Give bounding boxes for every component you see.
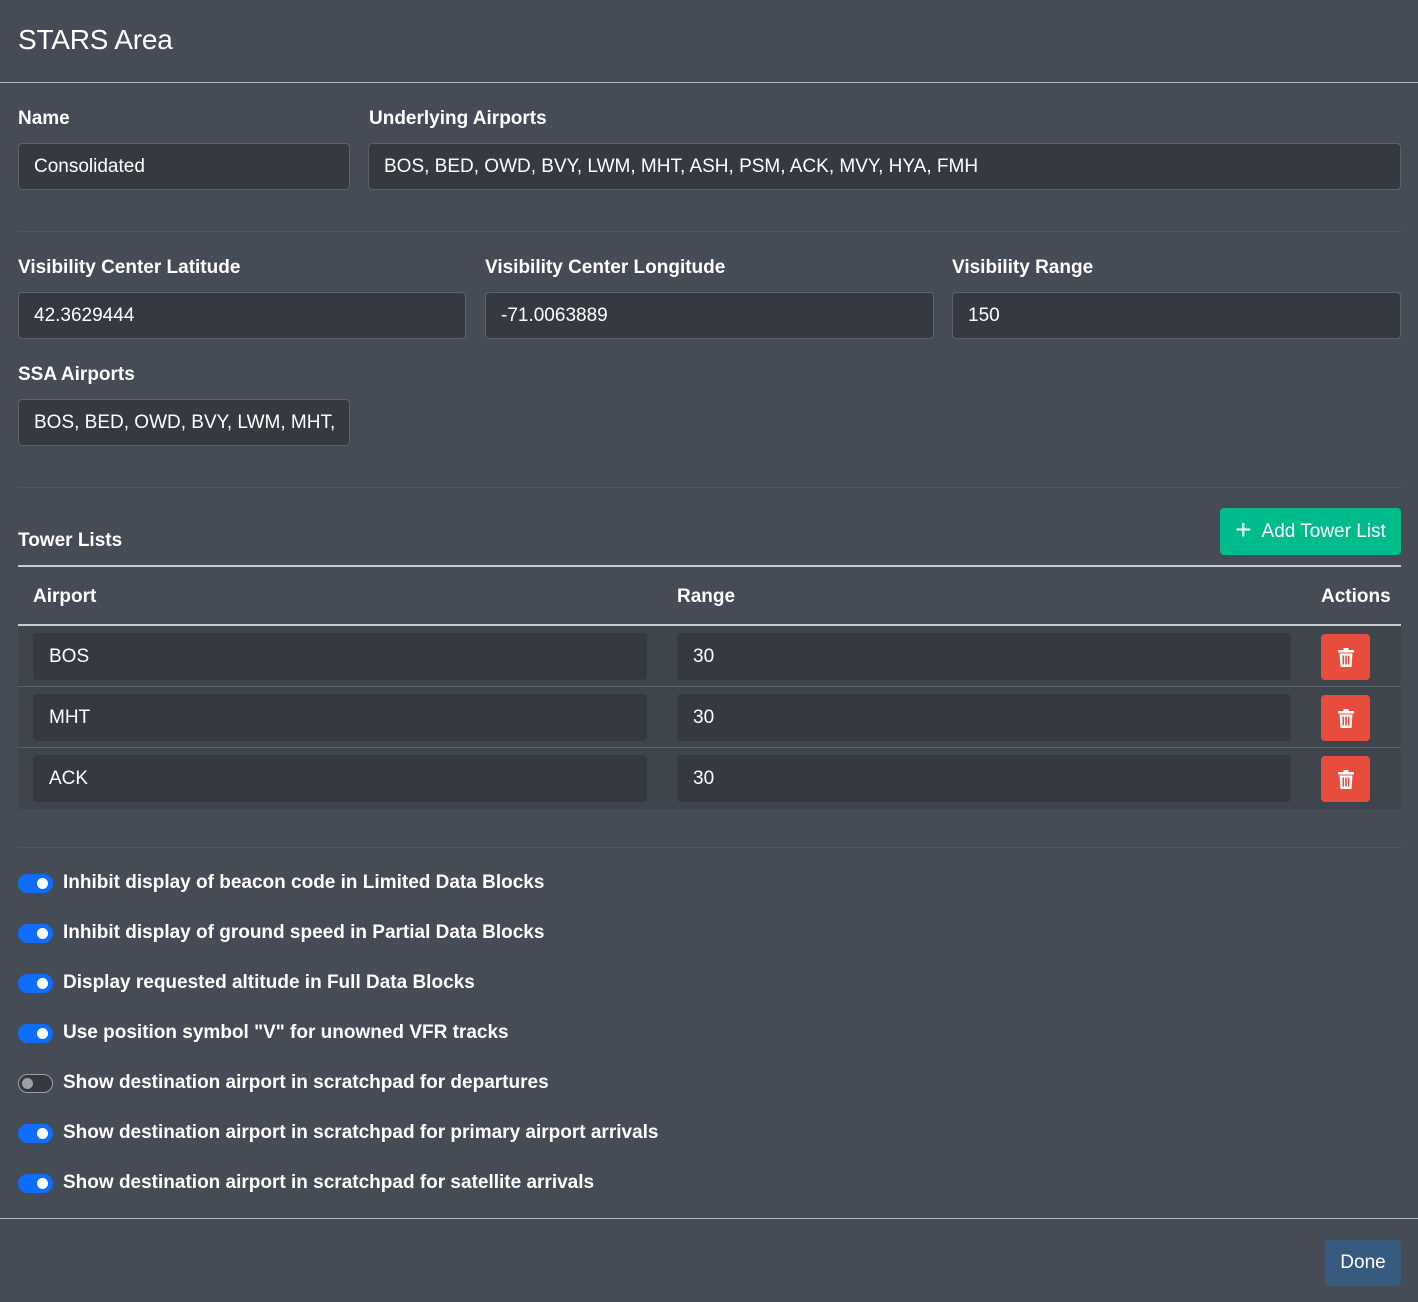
tower-airport-input[interactable]: [33, 755, 647, 802]
toggle-switch[interactable]: [18, 873, 53, 893]
switch-knob: [22, 1077, 33, 1089]
switch-knob: [37, 1127, 48, 1139]
visibility-range-input[interactable]: [952, 292, 1401, 339]
stars-area-dialog: STARS Area Name Underlying Airports Visi…: [0, 0, 1418, 1302]
option-label: Inhibit display of ground speed in Parti…: [63, 922, 545, 943]
tower-lists-heading: Tower Lists: [18, 530, 123, 551]
tower-lists-table: Airport Range Actions: [18, 565, 1401, 809]
switch-knob: [37, 977, 48, 989]
tower-airport-input[interactable]: [33, 694, 647, 741]
plus-icon: +: [1235, 514, 1252, 545]
option-row: Inhibit display of beacon code in Limite…: [18, 871, 544, 895]
underlying-airports-label: Underlying Airports: [369, 108, 547, 129]
column-header-range: Range: [677, 586, 736, 607]
latitude-label: Visibility Center Latitude: [18, 257, 241, 278]
latitude-input[interactable]: [18, 292, 466, 339]
option-row: Show destination airport in scratchpad f…: [18, 1071, 549, 1095]
option-label: Use position symbol "V" for unowned VFR …: [63, 1022, 509, 1043]
dialog-title: STARS Area: [18, 24, 173, 55]
add-tower-list-label: Add Tower List: [1261, 520, 1386, 542]
option-row: Use position symbol "V" for unowned VFR …: [18, 1021, 509, 1045]
name-input[interactable]: [18, 143, 350, 190]
table-row: [18, 748, 1401, 809]
trash-icon: [1337, 647, 1354, 667]
trash-icon: [1337, 708, 1354, 728]
table-header: Airport Range Actions: [18, 565, 1401, 626]
toggle-switch[interactable]: [18, 973, 53, 993]
switch-knob: [37, 927, 48, 939]
delete-tower-list-button[interactable]: [1321, 634, 1370, 680]
option-label: Show destination airport in scratchpad f…: [63, 1072, 549, 1093]
done-button[interactable]: Done: [1325, 1240, 1401, 1286]
longitude-input[interactable]: [485, 292, 934, 339]
option-row: Show destination airport in scratchpad f…: [18, 1121, 658, 1145]
option-row: Display requested altitude in Full Data …: [18, 971, 475, 995]
tower-airport-input[interactable]: [33, 633, 647, 680]
option-label: Show destination airport in scratchpad f…: [63, 1172, 595, 1193]
trash-icon: [1337, 769, 1354, 789]
ssa-airports-label: SSA Airports: [18, 364, 135, 385]
delete-tower-list-button[interactable]: [1321, 756, 1370, 802]
divider: [18, 847, 1401, 848]
toggle-switch[interactable]: [18, 1173, 53, 1193]
switch-knob: [37, 1177, 48, 1189]
underlying-airports-input[interactable]: [368, 143, 1401, 190]
visibility-range-label: Visibility Range: [952, 257, 1094, 278]
add-tower-list-button[interactable]: + Add Tower List: [1220, 508, 1401, 555]
tower-range-input[interactable]: [677, 633, 1291, 680]
tower-range-input[interactable]: [677, 694, 1291, 741]
dialog-footer: Done: [0, 1218, 1418, 1302]
name-label: Name: [18, 108, 70, 129]
ssa-airports-input[interactable]: [18, 399, 350, 446]
toggle-switch[interactable]: [18, 1073, 53, 1093]
option-label: Display requested altitude in Full Data …: [63, 972, 475, 993]
switch-knob: [37, 877, 48, 889]
tower-range-input[interactable]: [677, 755, 1291, 802]
option-row: Inhibit display of ground speed in Parti…: [18, 921, 544, 945]
table-row: [18, 687, 1401, 748]
column-header-airport: Airport: [33, 586, 97, 607]
toggle-switch[interactable]: [18, 1123, 53, 1143]
dialog-header: STARS Area: [0, 0, 1418, 83]
toggle-switch[interactable]: [18, 1023, 53, 1043]
divider: [18, 487, 1401, 488]
switch-knob: [37, 1027, 48, 1039]
table-row: [18, 626, 1401, 687]
option-row: Show destination airport in scratchpad f…: [18, 1171, 594, 1195]
divider: [18, 231, 1401, 232]
option-label: Show destination airport in scratchpad f…: [63, 1122, 659, 1143]
delete-tower-list-button[interactable]: [1321, 695, 1370, 741]
toggle-switch[interactable]: [18, 923, 53, 943]
column-header-actions: Actions: [1321, 586, 1391, 607]
option-label: Inhibit display of beacon code in Limite…: [63, 872, 545, 893]
longitude-label: Visibility Center Longitude: [485, 257, 726, 278]
